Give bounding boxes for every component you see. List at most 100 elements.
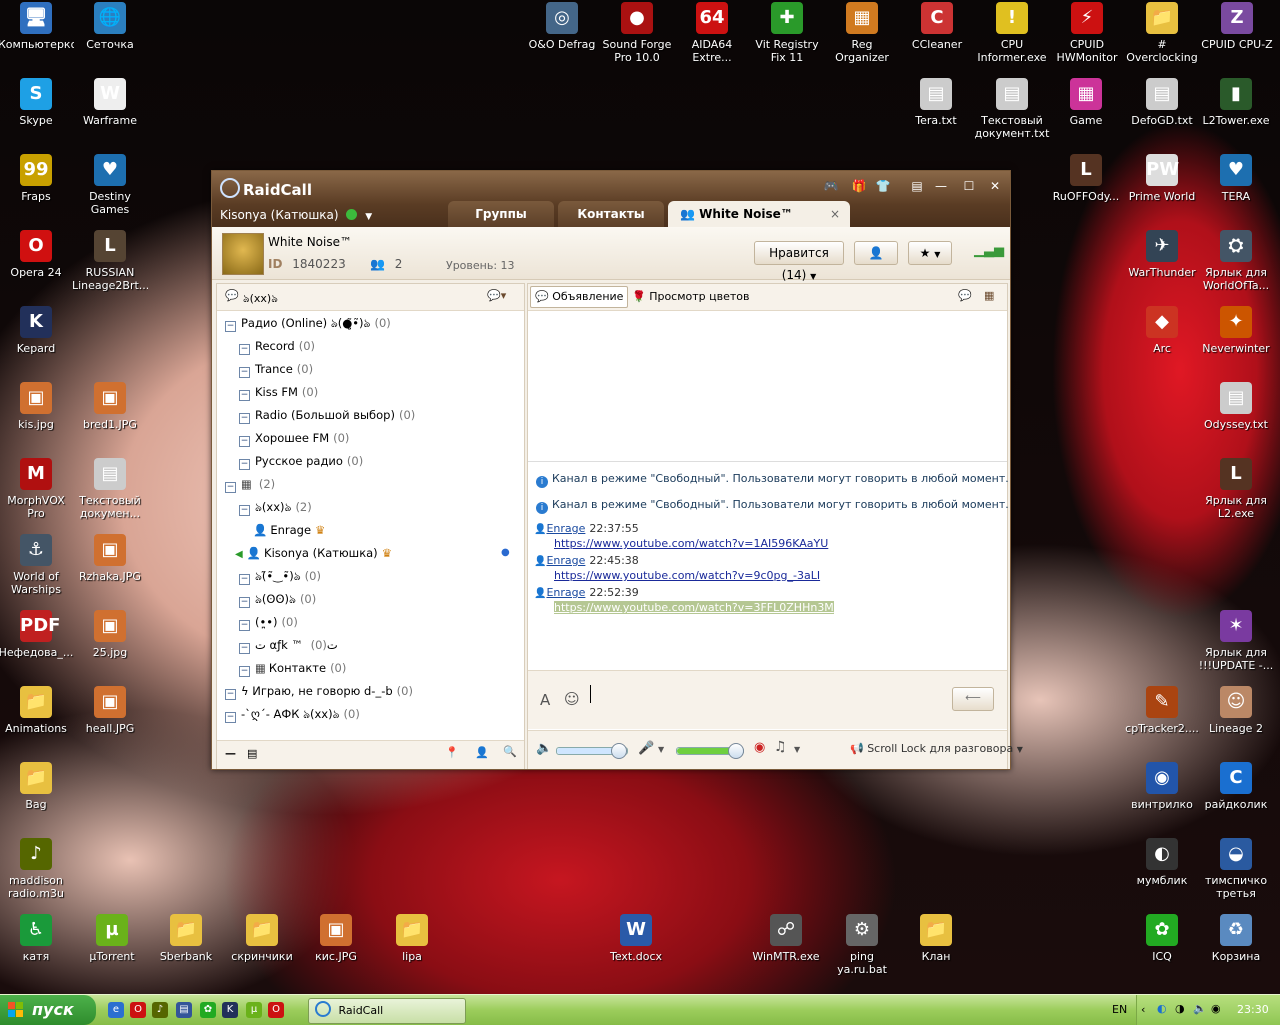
- collapse-toggle-icon[interactable]: −: [239, 390, 250, 401]
- desktop-icon[interactable]: L RuOFFOdy...: [1048, 152, 1124, 224]
- desktop-icon[interactable]: ▦ Game: [1048, 76, 1124, 148]
- channel-item[interactable]: − ঌ(ʘʘ)ঌ (0): [239, 588, 316, 610]
- gamepad-icon[interactable]: 🎮: [822, 177, 840, 195]
- message-author[interactable]: Enrage: [546, 554, 585, 567]
- desktop-icon[interactable]: 📁 Sberbank: [148, 912, 224, 984]
- desktop-icon[interactable]: ▣ Rzhaka.JPG: [72, 532, 148, 604]
- desktop-icon[interactable]: ● Sound Forge Pro 10.0: [599, 0, 675, 72]
- collapse-toggle-icon[interactable]: −: [239, 574, 250, 585]
- desktop-icon[interactable]: ! CPU Informer.exe: [974, 0, 1050, 72]
- desktop-icon[interactable]: ✎ cpTracker2....: [1124, 684, 1200, 756]
- desktop-icon[interactable]: PW Prime World: [1124, 152, 1200, 224]
- desktop-icon[interactable]: Cрaйдколик: [1198, 760, 1274, 832]
- desktop-icon[interactable]: PDF Нефедова_...: [0, 608, 74, 680]
- channel-item[interactable]: − ▦ Контакте (0): [239, 657, 346, 679]
- desktop-icon[interactable]: 📁 # Overclocking: [1124, 0, 1200, 72]
- quicklaunch-opera2-icon[interactable]: O: [268, 1002, 284, 1018]
- quicklaunch-ie-icon[interactable]: e: [108, 1002, 124, 1018]
- user-item[interactable]: 👤 Enrage ♛: [253, 519, 325, 541]
- desktop-icon[interactable]: ◉ винтрилко: [1124, 760, 1200, 832]
- desktop-icon[interactable]: C CCleaner: [899, 0, 975, 72]
- user-item[interactable]: ◀ 👤 Kisonya (Катюшка) ♛ ●: [235, 542, 510, 564]
- desktop-icon[interactable]: ✿ ICQ: [1124, 912, 1200, 984]
- message-author[interactable]: Enrage: [546, 586, 585, 599]
- channel-item[interactable]: − ঌ(̃•̃‿•̃)ঌ (0): [239, 565, 321, 587]
- channel-options-icon[interactable]: 💬▾: [487, 289, 506, 302]
- desktop-icon[interactable]: ♻ Корзина: [1198, 912, 1274, 984]
- tray-chevron-icon[interactable]: ‹: [1141, 1003, 1145, 1016]
- channel-item[interactable]: − Русское радио (0): [239, 450, 363, 472]
- send-button[interactable]: ⟵: [952, 687, 994, 711]
- collapse-toggle-icon[interactable]: −: [239, 597, 250, 608]
- desktop-icon[interactable]: 📁 lipa: [374, 912, 450, 984]
- desktop-icon[interactable]: Z CPUID CPU-Z: [1199, 0, 1275, 72]
- message-link[interactable]: https://www.youtube.com/watch?v=3FFL0ZHH…: [554, 601, 834, 614]
- speaker-icon[interactable]: 🔈: [536, 741, 552, 756]
- collapse-toggle-icon[interactable]: −: [239, 436, 250, 447]
- desktop-icon[interactable]: ▣ bred1.JPG: [72, 380, 148, 452]
- desktop-icon[interactable]: ◐ мумблик: [1124, 836, 1200, 908]
- quicklaunch-icq-icon[interactable]: ✿: [200, 1002, 216, 1018]
- flowers-button[interactable]: 🌹 Просмотр цветов: [632, 287, 750, 307]
- desktop-icon[interactable]: W Warframe: [72, 76, 148, 148]
- desktop-icon[interactable]: ▣ 25.jpg: [72, 608, 148, 680]
- chat-settings-icon[interactable]: 💬: [958, 289, 972, 302]
- collapse-toggle-icon[interactable]: −: [239, 666, 250, 677]
- desktop-icon[interactable]: ◎ O&O Defrag: [524, 0, 600, 72]
- desktop-icon[interactable]: ⚙ ping ya.ru.bat: [824, 912, 900, 984]
- desktop-icon[interactable]: S Skype: [0, 76, 74, 148]
- announcement-button[interactable]: 💬 Объявление: [530, 286, 629, 308]
- microphone-volume-slider[interactable]: [676, 743, 744, 759]
- tab-contacts[interactable]: Контакты: [558, 201, 664, 227]
- tray-volume-icon[interactable]: 🔈: [1193, 1002, 1207, 1015]
- desktop-icon[interactable]: ⛭ Ярлык для WorldOfTa...: [1198, 228, 1274, 300]
- desktop-icon[interactable]: ▤ Текстовый документ.txt: [974, 76, 1050, 148]
- desktop-icon[interactable]: 📁 Клан: [898, 912, 974, 984]
- channel-item[interactable]: − Trance (0): [239, 358, 313, 380]
- status-dropdown-icon[interactable]: ▼: [365, 212, 372, 222]
- message-link[interactable]: https://www.youtube.com/watch?v=1AI596KA…: [554, 537, 828, 550]
- desktop-icon[interactable]: ☺ Lineage 2: [1198, 684, 1274, 756]
- tab-channel[interactable]: 👥 White Noise™ ×: [668, 201, 850, 227]
- desktop-icon[interactable]: W Text.docx: [598, 912, 674, 984]
- desktop-icon[interactable]: ▣ kis.jpg: [0, 380, 74, 452]
- settings-icon[interactable]: ▤: [908, 177, 926, 195]
- taskbar-button-raidcall[interactable]: RaidCall: [308, 998, 466, 1024]
- desktop-icon[interactable]: ▣ кис.JPG: [298, 912, 374, 984]
- voice-mode-selector[interactable]: 📢 Scroll Lock для разговора ▼: [850, 742, 1023, 755]
- title-bar[interactable]: RaidCall 🎮 🎁 👕 ▤ — ☐ ✕ Kisonya (Катюшка)…: [212, 171, 1010, 227]
- user-status[interactable]: Kisonya (Катюшка) ▼: [220, 208, 372, 222]
- start-button[interactable]: пуск: [0, 995, 96, 1025]
- channel-list-icon[interactable]: ▤: [247, 747, 257, 760]
- desktop-icon[interactable]: ▤ DefoGD.txt: [1124, 76, 1200, 148]
- channel-item[interactable]: − -`ღ´- АФК ঌ(xx)ঌ (0): [225, 703, 360, 725]
- add-friend-button[interactable]: 👤: [854, 241, 898, 265]
- collapse-toggle-icon[interactable]: −: [239, 643, 250, 654]
- chevron-down-icon[interactable]: ▼: [794, 745, 800, 754]
- desktop-icon[interactable]: ♿ катя: [0, 912, 74, 984]
- calendar-icon[interactable]: ▦: [984, 289, 994, 302]
- user-icon[interactable]: 👤: [475, 746, 489, 759]
- channel-item[interactable]: − ঌ(xx)ঌ (2): [239, 496, 312, 518]
- music-icon[interactable]: ♫: [774, 739, 787, 755]
- desktop-icon[interactable]: 📁 Animations: [0, 684, 74, 756]
- minimize-button[interactable]: —: [932, 177, 950, 195]
- like-button[interactable]: Нравится (14) ▼: [754, 241, 844, 282]
- desktop-icon[interactable]: 99 Fraps: [0, 152, 74, 224]
- channel-item[interactable]: − ت αƒk ™ ت(0): [239, 634, 338, 656]
- maximize-button[interactable]: ☐: [960, 177, 978, 195]
- tray-network-icon[interactable]: ◑: [1175, 1002, 1185, 1015]
- desktop-icon[interactable]: ✚ Vit Registry Fix 11: [749, 0, 825, 72]
- favorite-button[interactable]: ★ ▼: [908, 241, 952, 265]
- channel-item[interactable]: − ▦ (2): [225, 473, 275, 495]
- quicklaunch-winamp-icon[interactable]: ♪: [152, 1002, 168, 1018]
- channel-item[interactable]: − Хорошее FM (0): [239, 427, 349, 449]
- skin-icon[interactable]: 👕: [874, 177, 892, 195]
- font-icon[interactable]: A: [540, 691, 550, 709]
- collapse-toggle-icon[interactable]: −: [239, 367, 250, 378]
- desktop-icon[interactable]: ▤ Tera.txt: [898, 76, 974, 148]
- channel-item[interactable]: − (•̪•) (0): [239, 611, 298, 633]
- collapse-toggle-icon[interactable]: −: [225, 689, 236, 700]
- desktop-icon[interactable]: ▤ Текстовый докумен...: [72, 456, 148, 528]
- desktop-icon[interactable]: 64 AIDA64 Extre...: [674, 0, 750, 72]
